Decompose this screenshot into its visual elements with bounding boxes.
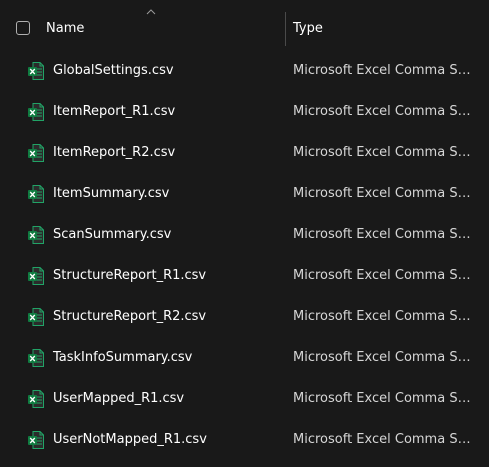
excel-csv-file-icon [28, 431, 44, 449]
excel-csv-file-icon [28, 185, 44, 203]
file-type: Microsoft Excel Comma Separated Values F… [293, 227, 476, 242]
file-name: StructureReport_R1.csv [53, 268, 207, 283]
file-type: Microsoft Excel Comma Separated Values F… [293, 104, 476, 119]
excel-csv-file-icon [28, 62, 44, 80]
file-row[interactable]: GlobalSettings.csv Microsoft Excel Comma… [0, 50, 489, 91]
excel-csv-file-icon [28, 144, 44, 162]
file-row[interactable]: ItemReport_R2.csv Microsoft Excel Comma … [0, 132, 489, 173]
file-list: GlobalSettings.csv Microsoft Excel Comma… [0, 50, 489, 460]
file-type: Microsoft Excel Comma Separated Values F… [293, 309, 476, 324]
file-type: Microsoft Excel Comma Separated Values F… [293, 391, 476, 406]
file-type: Microsoft Excel Comma Separated Values F… [293, 432, 476, 447]
excel-csv-file-icon [28, 226, 44, 244]
file-name: ItemSummary.csv [53, 186, 170, 201]
select-all-checkbox[interactable] [16, 21, 30, 35]
file-row[interactable]: TaskInfoSummary.csv Microsoft Excel Comm… [0, 337, 489, 378]
file-name: ItemReport_R2.csv [53, 145, 176, 160]
file-name: ScanSummary.csv [53, 227, 172, 242]
file-type: Microsoft Excel Comma Separated Values F… [293, 350, 476, 365]
file-row[interactable]: StructureReport_R2.csv Microsoft Excel C… [0, 296, 489, 337]
file-row[interactable]: UserNotMapped_R1.csv Microsoft Excel Com… [0, 419, 489, 460]
column-header-row: Name Type [0, 0, 489, 46]
file-row[interactable]: UserMapped_R1.csv Microsoft Excel Comma … [0, 378, 489, 419]
file-type: Microsoft Excel Comma Separated Values F… [293, 268, 476, 283]
file-type: Microsoft Excel Comma Separated Values F… [293, 145, 476, 160]
file-name: UserMapped_R1.csv [53, 391, 185, 406]
file-name: StructureReport_R2.csv [53, 309, 207, 324]
file-row[interactable]: ItemReport_R1.csv Microsoft Excel Comma … [0, 91, 489, 132]
column-header-type[interactable]: Type [293, 21, 323, 37]
file-row[interactable]: StructureReport_R1.csv Microsoft Excel C… [0, 255, 489, 296]
excel-csv-file-icon [28, 103, 44, 121]
column-header-name[interactable]: Name [46, 21, 84, 37]
excel-csv-file-icon [28, 267, 44, 285]
file-type: Microsoft Excel Comma Separated Values F… [293, 186, 476, 201]
file-name: TaskInfoSummary.csv [53, 350, 193, 365]
file-row[interactable]: ItemSummary.csv Microsoft Excel Comma Se… [0, 173, 489, 214]
file-row[interactable]: ScanSummary.csv Microsoft Excel Comma Se… [0, 214, 489, 255]
file-name: UserNotMapped_R1.csv [53, 432, 207, 447]
file-type: Microsoft Excel Comma Separated Values F… [293, 63, 476, 78]
column-divider[interactable] [285, 12, 286, 46]
file-name: ItemReport_R1.csv [53, 104, 176, 119]
excel-csv-file-icon [28, 390, 44, 408]
excel-csv-file-icon [28, 349, 44, 367]
sort-ascending-icon[interactable] [146, 9, 156, 15]
file-name: GlobalSettings.csv [53, 63, 174, 78]
excel-csv-file-icon [28, 308, 44, 326]
